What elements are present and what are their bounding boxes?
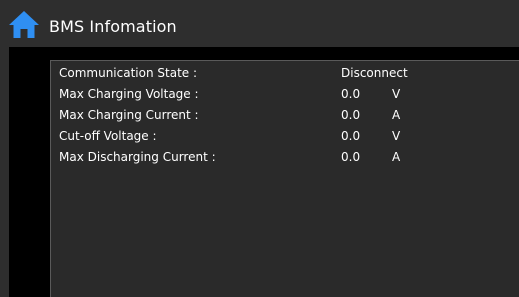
value-max-charging-voltage: 0.0 <box>341 87 361 101</box>
info-panel: Communication State : Disconnect Max Cha… <box>50 60 519 297</box>
label-max-charging-current: Max Charging Current : <box>59 108 199 122</box>
row-cut-off-voltage: Cut-off Voltage : 0.0 V <box>51 128 519 145</box>
page-title: BMS Infomation <box>49 17 177 36</box>
row-max-charging-current: Max Charging Current : 0.0 A <box>51 107 519 124</box>
home-button[interactable] <box>8 9 40 39</box>
home-icon <box>9 11 39 38</box>
row-communication-state: Communication State : Disconnect <box>51 65 519 82</box>
unit-max-charging-current: A <box>392 108 401 122</box>
bms-info-screen: BMS Infomation Communication State : Dis… <box>0 0 519 297</box>
row-max-discharging-current: Max Discharging Current : 0.0 A <box>51 149 519 166</box>
value-communication-state: Disconnect <box>341 66 408 80</box>
label-max-charging-voltage: Max Charging Voltage : <box>59 87 199 101</box>
label-communication-state: Communication State : <box>59 66 198 80</box>
side-strip <box>0 47 9 297</box>
unit-max-charging-voltage: V <box>392 87 401 101</box>
value-cut-off-voltage: 0.0 <box>341 129 361 143</box>
unit-cut-off-voltage: V <box>392 129 401 143</box>
value-max-discharging-current: 0.0 <box>341 150 361 164</box>
value-max-charging-current: 0.0 <box>341 108 361 122</box>
label-max-discharging-current: Max Discharging Current : <box>59 150 216 164</box>
unit-max-discharging-current: A <box>392 150 401 164</box>
label-cut-off-voltage: Cut-off Voltage : <box>59 129 157 143</box>
header-bar: BMS Infomation <box>0 0 519 47</box>
row-max-charging-voltage: Max Charging Voltage : 0.0 V <box>51 86 519 103</box>
